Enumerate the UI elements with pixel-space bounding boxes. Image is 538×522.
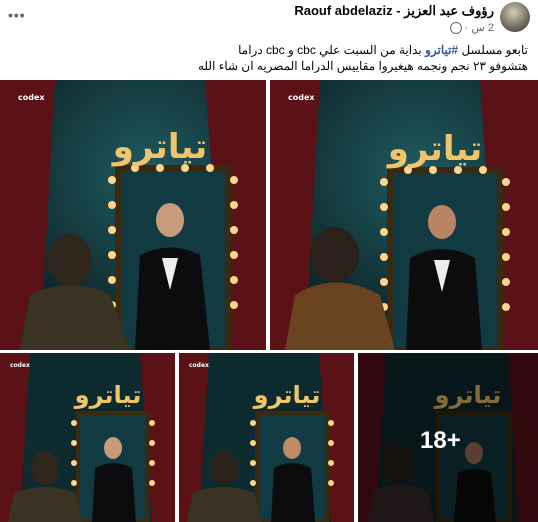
hashtag-link[interactable]: #تياترو — [425, 43, 458, 57]
globe-icon — [449, 22, 462, 35]
poster-title: تياترو — [253, 381, 321, 409]
avatar[interactable] — [500, 2, 530, 32]
more-options-icon[interactable]: ••• — [8, 8, 30, 22]
author-block: رؤوف عبد العزيز - Raouf abdelaziz 2 س · — [294, 3, 494, 35]
photo-4[interactable]: تياترو codex — [179, 353, 354, 522]
poster-image: تياترو codex — [0, 80, 266, 350]
post-header: ••• رؤوف عبد العزيز - Raouf abdelaziz 2 … — [0, 0, 538, 35]
poster-image: تياترو codex — [179, 353, 354, 522]
post-text-line-1: تابعو مسلسل #تياترو بداية من السبت علي c… — [8, 42, 528, 58]
author-name[interactable]: رؤوف عبد العزيز - Raouf abdelaziz — [294, 3, 494, 19]
brand-logo: codex — [10, 362, 30, 369]
poster-title: تياترو — [111, 127, 207, 167]
photo-1[interactable]: تياترو codex — [0, 80, 266, 350]
brand-logo: codex — [18, 93, 45, 102]
poster-title: تياترو — [74, 381, 142, 409]
post-timestamp[interactable]: 2 س · — [465, 22, 494, 34]
brand-logo: codex — [189, 362, 209, 369]
photo-5[interactable]: تياترو 18+ — [358, 353, 538, 522]
post-text-line-2: هتشوفو ٢٣ نجم ونجمه هيغيروا مقاييس الدرا… — [198, 59, 528, 73]
photo-2[interactable]: تياترو codex — [270, 80, 538, 350]
post-text: تابعو مسلسل #تياترو بداية من السبت علي c… — [8, 42, 528, 74]
post-text-segment: تابعو مسلسل — [458, 43, 528, 57]
poster-image: تياترو codex — [270, 80, 538, 350]
brand-logo: codex — [288, 93, 315, 102]
photo-3[interactable]: تياترو codex — [0, 353, 175, 522]
more-photos-count[interactable]: 18+ — [420, 427, 461, 455]
post-text-segment: بداية من السبت علي cbc و cbc دراما — [238, 43, 426, 57]
poster-title: تياترو — [386, 129, 482, 169]
post-meta: 2 س · — [294, 21, 494, 35]
poster-image: تياترو codex — [0, 353, 175, 522]
